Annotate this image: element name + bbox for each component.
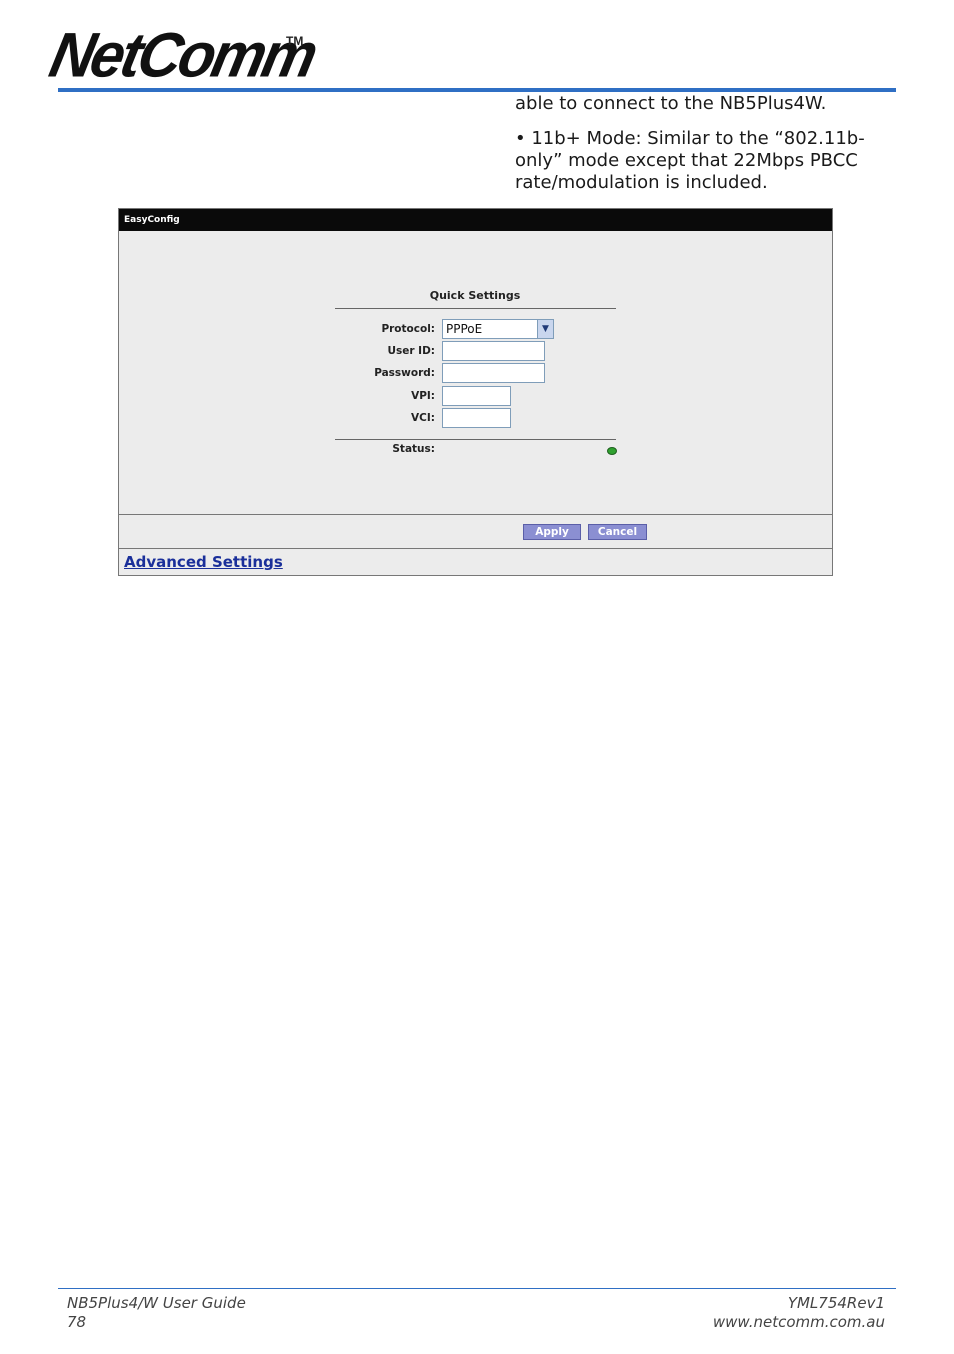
cancel-button[interactable]: Cancel [588, 524, 647, 540]
body-paragraph: able to connect to the NB5Plus4W. [515, 93, 827, 114]
protocol-selected-value: PPPoE [446, 322, 483, 336]
protocol-label: Protocol: [381, 323, 435, 335]
user-id-input[interactable] [442, 341, 545, 361]
chevron-down-icon[interactable]: ▼ [537, 320, 553, 338]
vpi-input[interactable] [442, 386, 511, 406]
header-rule [58, 88, 896, 92]
advanced-settings-link[interactable]: Advanced Settings [124, 553, 283, 571]
footer-doc-code: YML754Rev1 [787, 1294, 885, 1312]
logo-wordmark: NetComm [43, 19, 322, 91]
logo-trademark: TM [286, 34, 304, 48]
status-label: Status: [392, 443, 435, 455]
user-id-label: User ID: [387, 345, 435, 357]
netcomm-logo: NetComm TM [44, 20, 321, 90]
protocol-select[interactable]: PPPoE ▼ [442, 319, 554, 339]
status-led-icon [607, 447, 617, 455]
window-title-bar: EasyConfig [119, 209, 832, 231]
section-divider-bottom [335, 439, 616, 440]
vci-input[interactable] [442, 408, 511, 428]
vci-label: VCI: [411, 412, 435, 424]
footer-guide-title: NB5Plus4/W User Guide [67, 1294, 246, 1312]
footer-website: www.netcomm.com.au [712, 1313, 885, 1331]
easyconfig-screenshot: EasyConfig Quick Settings Protocol: PPPo… [118, 208, 833, 576]
bullet-11b-plus-mode: • 11b+ Mode: Similar to the “802.11b-onl… [515, 128, 865, 193]
password-label: Password: [374, 367, 435, 379]
password-input[interactable] [442, 363, 545, 383]
section-divider-top [335, 308, 616, 309]
apply-button[interactable]: Apply [523, 524, 581, 540]
footer-rule [58, 1288, 896, 1289]
section-title: Quick Settings [429, 289, 521, 302]
vpi-label: VPI: [411, 390, 435, 402]
footer-page-number: 78 [67, 1313, 87, 1331]
button-bar: Apply Cancel [119, 514, 832, 549]
